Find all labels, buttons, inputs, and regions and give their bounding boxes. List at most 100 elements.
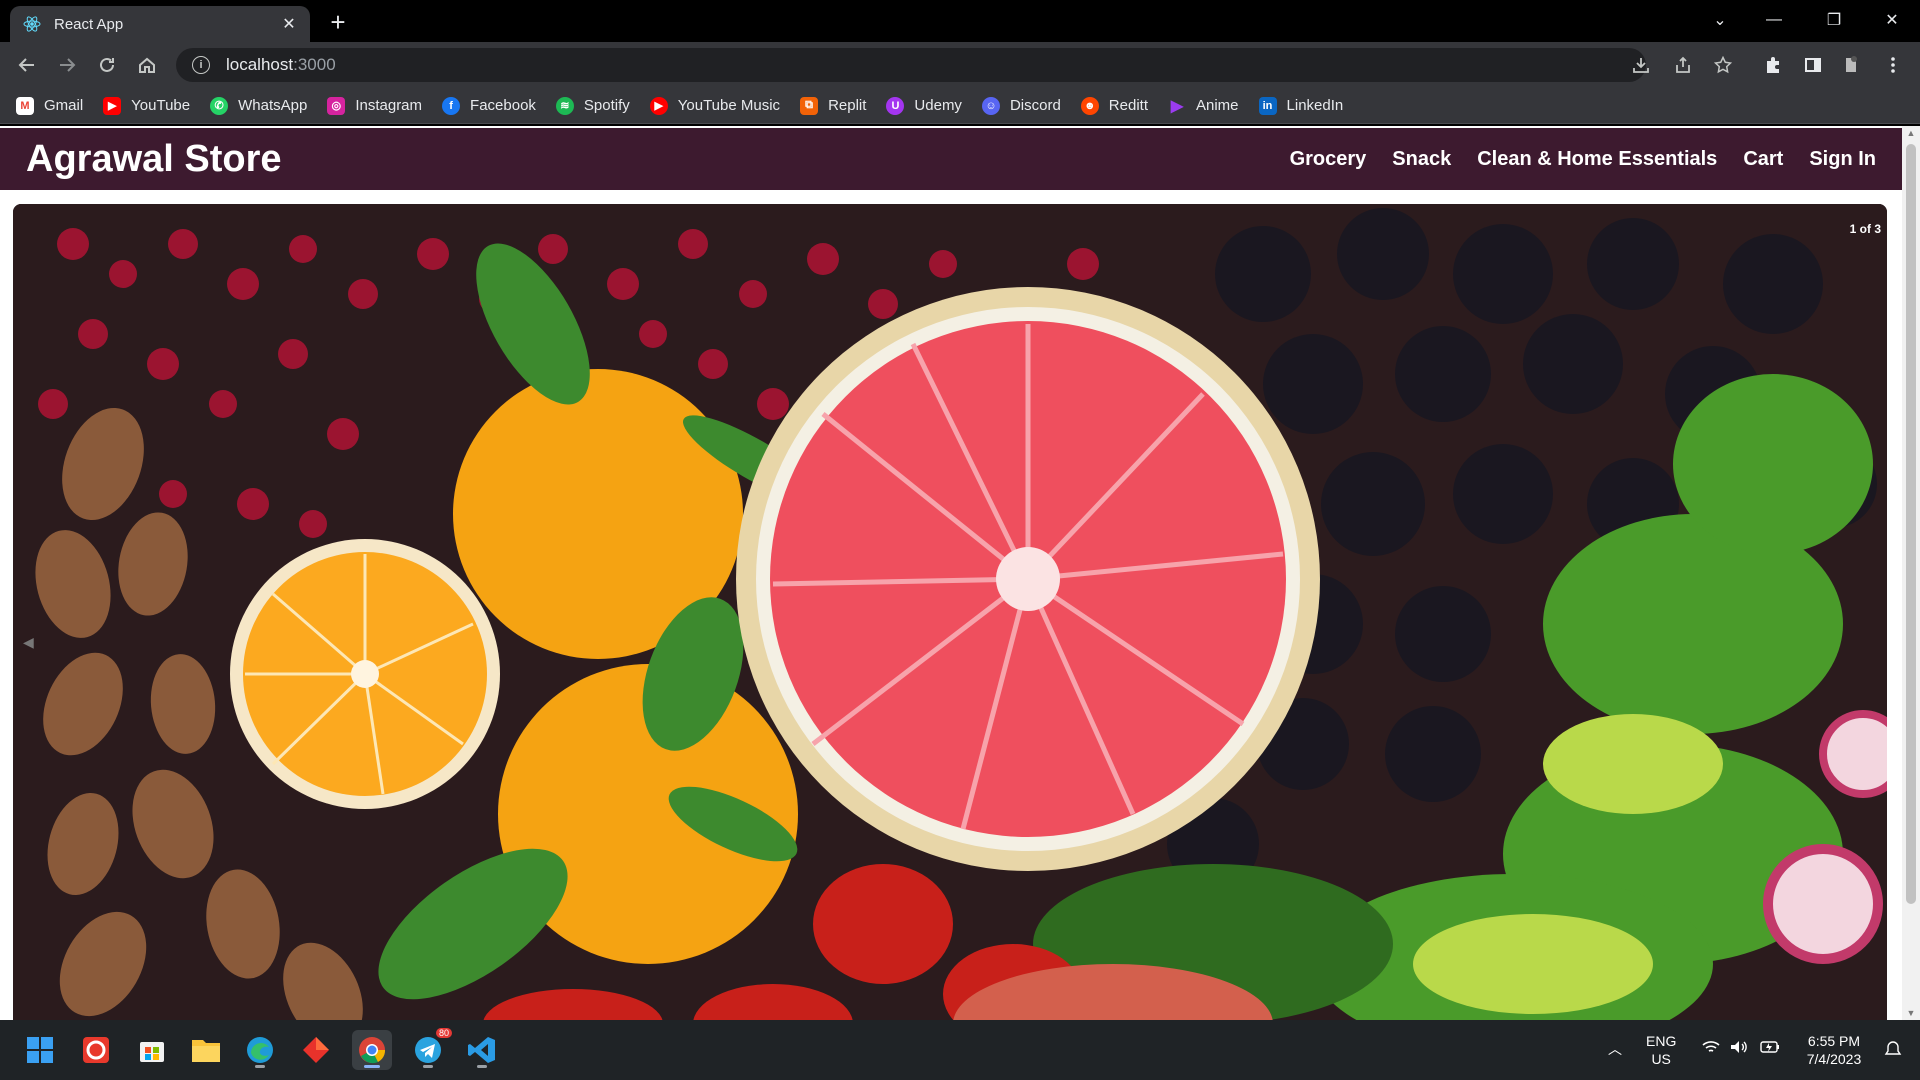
show-hidden-icons-chevron-icon[interactable]: ︿: [1608, 1040, 1622, 1058]
bookmark-replit[interactable]: ⧉ Replit: [800, 96, 867, 115]
bookmark-udemy[interactable]: U Udemy: [886, 96, 962, 115]
battery-icon[interactable]: [1760, 1040, 1780, 1058]
bookmark-label: WhatsApp: [238, 97, 308, 114]
chrome-menu-icon[interactable]: [1878, 50, 1908, 80]
brand-logo[interactable]: Agrawal Store: [26, 138, 1264, 181]
wifi-icon[interactable]: [1702, 1040, 1720, 1058]
app-icon[interactable]: [296, 1030, 336, 1070]
url-host: localhost: [226, 55, 294, 74]
scroll-down-icon[interactable]: ▼: [1905, 1008, 1917, 1018]
page-viewport: Agrawal Store Grocery Snack Clean & Home…: [0, 126, 1920, 1020]
anime-icon: ▶: [1170, 97, 1184, 115]
scroll-up-icon[interactable]: ▲: [1905, 128, 1917, 138]
bookmark-label: Anime: [1195, 97, 1239, 114]
page-scrollbar[interactable]: ▲ ▼: [1902, 126, 1920, 1020]
site-navbar: Agrawal Store Grocery Snack Clean & Home…: [0, 128, 1902, 190]
telegram-icon[interactable]: 80: [408, 1028, 452, 1070]
bookmark-facebook[interactable]: f Facebook: [442, 96, 536, 115]
bookmark-anime[interactable]: ▶ Anime: [1168, 97, 1239, 115]
youtube-icon: ▶: [103, 96, 122, 115]
file-explorer-icon[interactable]: [186, 1030, 226, 1070]
antivirus-icon[interactable]: [76, 1030, 116, 1070]
nav-snack[interactable]: Snack: [1392, 148, 1451, 171]
carousel-slide-image: [13, 204, 1887, 1020]
bookmark-whatsapp[interactable]: ✆ WhatsApp: [210, 96, 308, 115]
site-info-icon[interactable]: i: [192, 56, 210, 74]
edge-icon[interactable]: [240, 1030, 280, 1070]
volume-icon[interactable]: [1730, 1040, 1748, 1058]
tab-title: React App: [54, 15, 124, 33]
windows-start-icon[interactable]: [20, 1030, 60, 1070]
gmail-icon: M: [16, 96, 34, 115]
clock-date: 7/4/2023: [1806, 1051, 1862, 1067]
spotify-icon: ≋: [555, 96, 574, 115]
notification-icon[interactable]: [1884, 1040, 1902, 1062]
bookmark-label: Facebook: [470, 97, 536, 114]
bookmark-youtube-music[interactable]: ▶ YouTube Music: [649, 96, 781, 115]
linkedin-icon: in: [1258, 96, 1277, 115]
windows-taskbar: 80 ︿ ENG US 6:55 PM 7/4/2023: [0, 1020, 1920, 1080]
bookmark-linkedin[interactable]: in LinkedIn: [1258, 96, 1344, 115]
facebook-icon: f: [442, 96, 461, 115]
vscode-icon[interactable]: [462, 1030, 502, 1070]
bookmark-label: Discord: [1009, 97, 1061, 114]
bookmark-youtube[interactable]: ▶ YouTube: [103, 96, 191, 115]
running-indicator: [364, 1065, 380, 1068]
hero-carousel[interactable]: 1 of 3 ◀: [13, 204, 1887, 1020]
nav-grocery[interactable]: Grocery: [1290, 148, 1367, 171]
carousel-prev-icon[interactable]: ◀: [23, 634, 34, 651]
side-panel-icon[interactable]: [1798, 50, 1828, 80]
react-icon: [23, 16, 41, 32]
share-icon[interactable]: [1668, 50, 1698, 80]
udemy-icon: U: [886, 96, 905, 115]
running-indicator: [477, 1065, 487, 1068]
discord-icon: ☺: [981, 96, 1000, 115]
bookmark-spotify[interactable]: ≋ Spotify: [555, 96, 630, 115]
forward-icon[interactable]: [52, 50, 82, 80]
back-icon[interactable]: [12, 50, 42, 80]
new-tab-button[interactable]: +: [324, 7, 352, 37]
clock-time: 6:55 PM: [1807, 1033, 1861, 1049]
chrome-icon[interactable]: [352, 1030, 392, 1070]
reddit-icon: ☻: [1080, 96, 1099, 115]
close-window-button[interactable]: ✕: [1872, 6, 1912, 34]
clock[interactable]: 6:55 PM 7/4/2023: [1800, 1032, 1868, 1068]
bookmark-instagram[interactable]: ◎ Instagram: [327, 96, 422, 115]
bookmark-label: LinkedIn: [1286, 97, 1344, 114]
reload-icon[interactable]: [92, 50, 122, 80]
tab-search-chevron-icon[interactable]: ⌄: [1700, 6, 1740, 34]
nav-cart[interactable]: Cart: [1743, 148, 1783, 171]
nav-sign-in[interactable]: Sign In: [1809, 148, 1876, 171]
home-icon[interactable]: [132, 50, 162, 80]
browser-tabstrip: React App ✕ + ⌄ — ❐ ✕: [0, 0, 1920, 42]
bookmark-label: Udemy: [914, 97, 962, 114]
tab-close-icon[interactable]: ✕: [280, 15, 298, 33]
language-indicator[interactable]: ENG US: [1646, 1032, 1676, 1068]
bookmark-reddit[interactable]: ☻ Reditt: [1080, 96, 1148, 115]
minimize-button[interactable]: —: [1754, 6, 1794, 34]
bookmark-label: Replit: [828, 97, 867, 114]
telegram-badge: 80: [435, 1028, 452, 1038]
language-code: ENG: [1646, 1033, 1677, 1049]
bookmark-discord[interactable]: ☺ Discord: [981, 96, 1061, 115]
extensions-icon[interactable]: [1758, 50, 1788, 80]
nav-clean-home-essentials[interactable]: Clean & Home Essentials: [1477, 148, 1717, 171]
whatsapp-icon: ✆: [210, 96, 229, 115]
browser-tab[interactable]: React App ✕: [10, 6, 310, 42]
bookmark-label: Spotify: [583, 97, 630, 114]
youtube-music-icon: ▶: [649, 96, 668, 115]
bookmark-star-icon[interactable]: [1708, 50, 1738, 80]
bookmark-label: YouTube: [131, 97, 191, 114]
replit-icon: ⧉: [800, 96, 819, 115]
address-bar[interactable]: i localhost:3000: [176, 48, 1646, 82]
bookmarks-bar: M Gmail ▶ YouTube ✆ WhatsApp ◎ Instagram f Fa…: [0, 88, 1920, 124]
scrollbar-thumb[interactable]: [1906, 144, 1916, 904]
restore-button[interactable]: ❐: [1814, 6, 1854, 34]
profile-avatar-icon[interactable]: [1836, 50, 1866, 80]
bookmark-gmail[interactable]: M Gmail: [16, 96, 83, 115]
install-app-icon[interactable]: [1626, 50, 1656, 80]
bookmark-label: YouTube Music: [677, 97, 781, 114]
running-indicator: [255, 1065, 265, 1068]
instagram-icon: ◎: [327, 96, 346, 115]
store-icon[interactable]: [132, 1030, 172, 1070]
